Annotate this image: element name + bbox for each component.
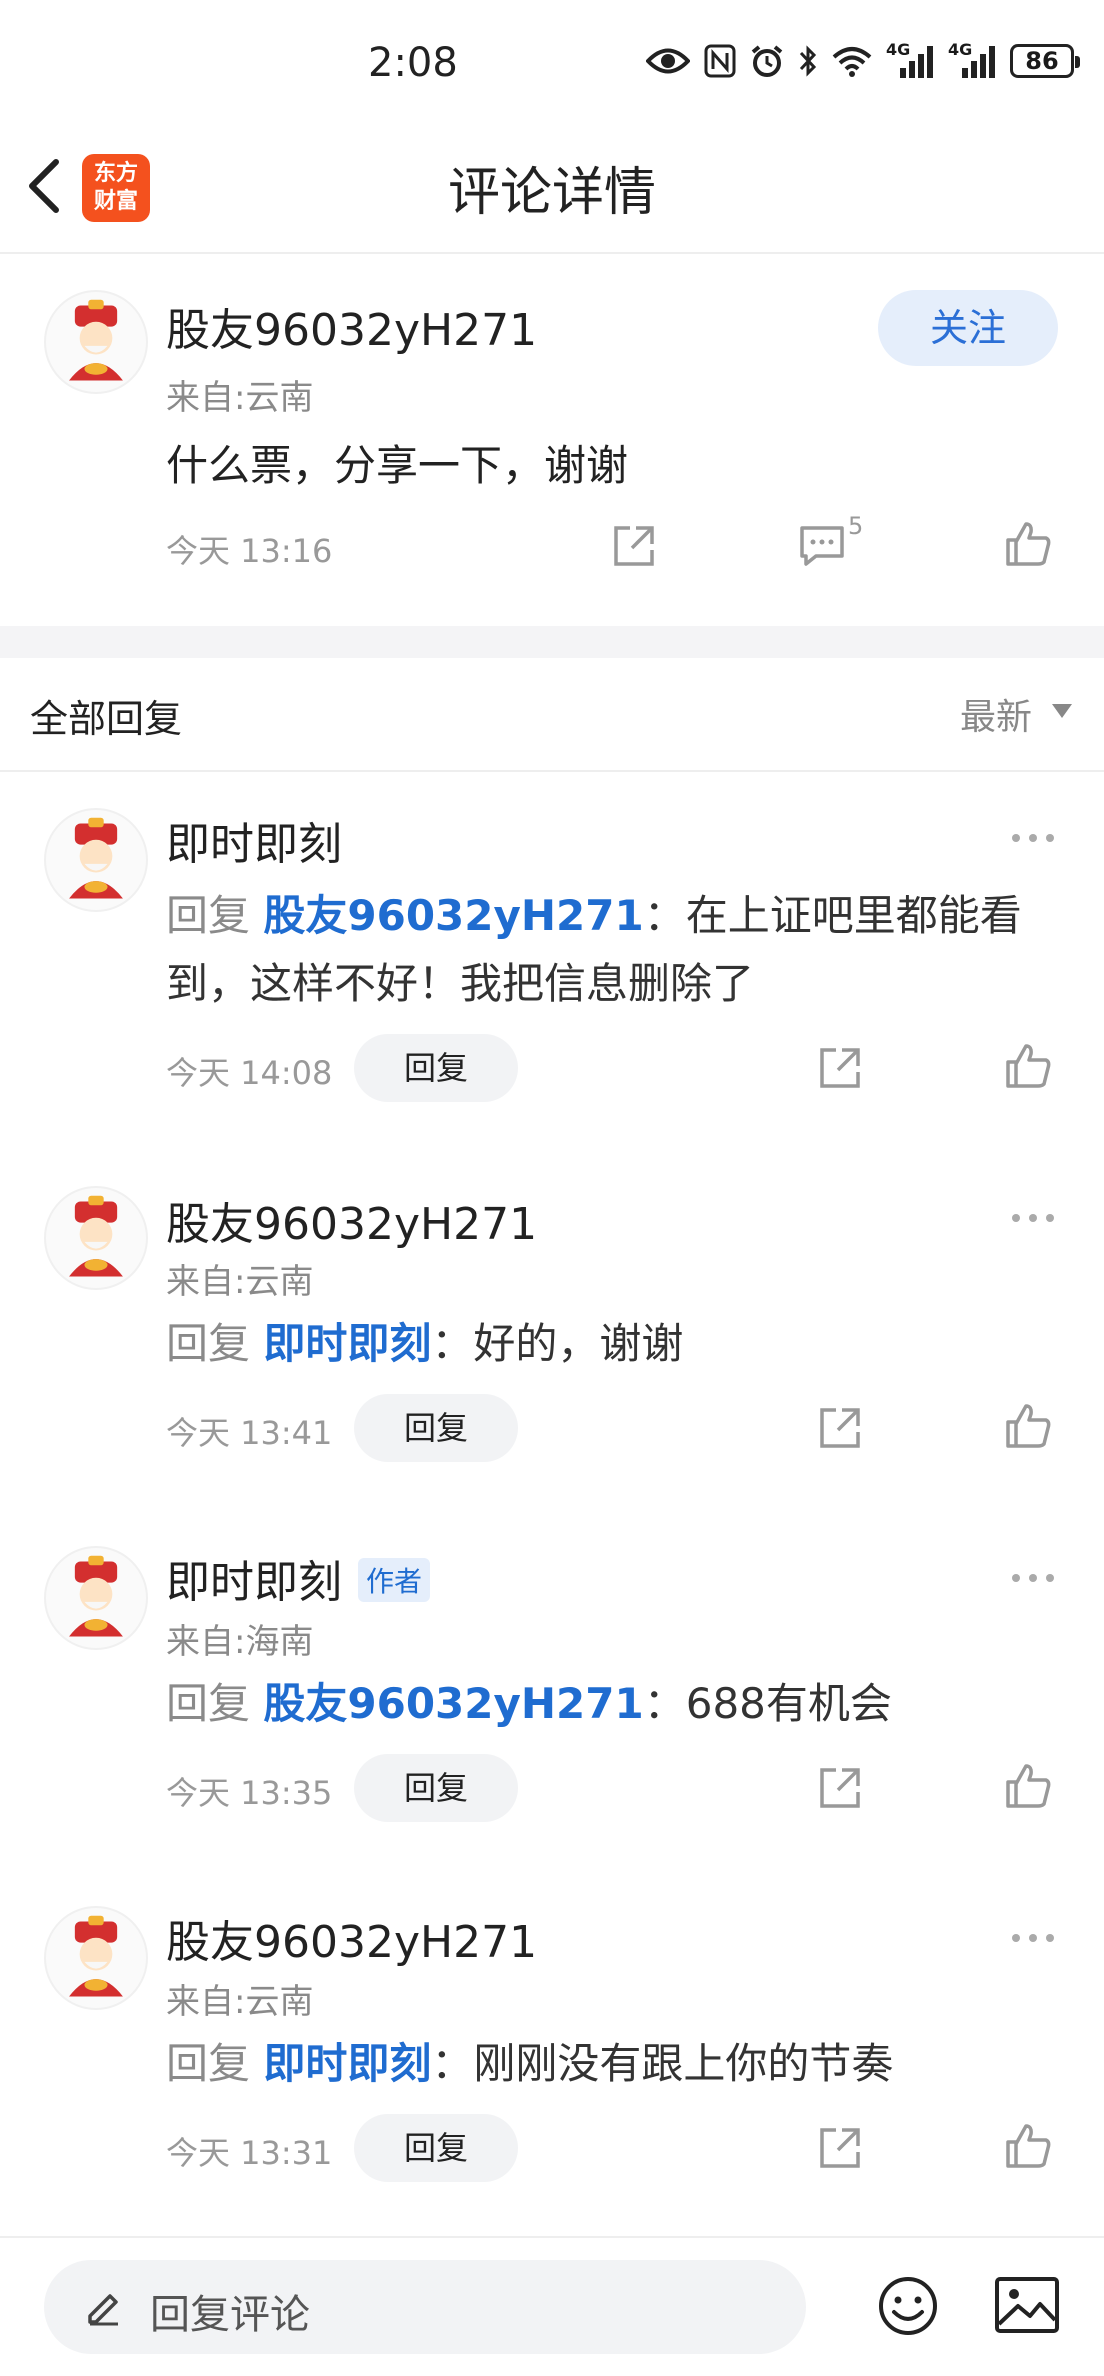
bottom-divider [0, 2236, 1104, 2238]
reply-text: 好的，谢谢 [473, 1319, 684, 1368]
share-icon[interactable] [816, 1044, 864, 1092]
avatar-caishen-icon [69, 299, 123, 381]
image-icon[interactable] [994, 2276, 1060, 2334]
reply-text-continued: 到，这样不好！我把信息删除了 [166, 959, 755, 1008]
reply-location: 来自:海南 [166, 1622, 314, 1662]
reply-comment-placeholder[interactable]: 回复评论 [150, 2282, 310, 2340]
reply-time: 今天 13:35 [166, 1774, 333, 1812]
reply-prefix: 回复 [166, 1679, 251, 1728]
follow-button[interactable]: 关注 [878, 290, 1058, 366]
reply-time: 今天 13:41 [166, 1414, 333, 1452]
avatar[interactable] [44, 1546, 148, 1650]
reply-button[interactable]: 回复 [354, 1754, 518, 1822]
avatar-caishen-icon [69, 1195, 123, 1277]
header-divider [0, 252, 1104, 254]
like-icon[interactable] [1004, 2122, 1052, 2170]
reply-content: 回复 股友96032yH271：688有机会 [166, 1670, 1046, 1738]
signal-icon [962, 46, 995, 78]
sort-caret-icon[interactable] [1052, 704, 1072, 718]
cell-signal-2: 4G [948, 40, 996, 78]
more-options-icon[interactable] [1010, 832, 1056, 844]
share-icon[interactable] [816, 1404, 864, 1452]
like-icon[interactable] [1004, 1762, 1052, 1810]
reply-button[interactable]: 回复 [354, 2114, 518, 2182]
like-icon[interactable] [1004, 1402, 1052, 1450]
reply-prefix: 回复 [166, 2039, 251, 2088]
reply-button[interactable]: 回复 [354, 1034, 518, 1102]
reply-username[interactable]: 股友96032yH271 [166, 1188, 537, 1252]
share-icon[interactable] [816, 2124, 864, 2172]
reply-username[interactable]: 即时即刻 [166, 808, 342, 872]
section-gap [0, 626, 1104, 658]
main-location: 来自:云南 [166, 378, 314, 418]
reply-text: 在上证吧里都能看 [685, 891, 1022, 940]
reply-time: 今天 14:08 [166, 1054, 333, 1092]
status-time: 2:08 [368, 40, 458, 86]
more-options-icon[interactable] [1010, 1212, 1056, 1224]
share-icon[interactable] [610, 522, 658, 570]
reply-mention[interactable]: 即时即刻 [263, 2039, 431, 2088]
reply-prefix: 回复 [166, 891, 251, 940]
reply-mention[interactable]: 即时即刻 [263, 1319, 431, 1368]
reply-location: 来自:云南 [166, 1982, 314, 2022]
reply-button[interactable]: 回复 [354, 1394, 518, 1462]
wifi-icon [832, 47, 872, 77]
all-replies-title: 全部回复 [30, 697, 183, 741]
reply-prefix: 回复 [166, 1319, 251, 1368]
avatar-caishen-icon [69, 1915, 123, 1997]
reply-username[interactable]: 股友96032yH271 [166, 1906, 537, 1970]
reply-username[interactable]: 即时即刻 [166, 1546, 342, 1610]
cell-signal-1: 4G [886, 40, 934, 78]
more-options-icon[interactable] [1010, 1932, 1056, 1944]
battery-level: 86 [1025, 47, 1059, 75]
like-icon[interactable] [1004, 520, 1052, 568]
sort-dropdown[interactable]: 最新 [960, 688, 1032, 740]
avatar[interactable] [44, 290, 148, 394]
avatar-caishen-icon [69, 1555, 123, 1637]
like-icon[interactable] [1004, 1042, 1052, 1090]
reply-mention[interactable]: 股友96032yH271 [263, 891, 643, 940]
reply-content: 回复 即时即刻：好的，谢谢 [166, 1310, 1046, 1378]
share-icon[interactable] [816, 1764, 864, 1812]
signal-icon [900, 46, 933, 78]
reply-text: 刚刚没有跟上你的节奏 [473, 2039, 894, 2088]
main-username[interactable]: 股友96032yH271 [166, 294, 537, 358]
reply-separator: ： [643, 1679, 686, 1728]
battery-indicator: 86 [1010, 44, 1080, 78]
eye-icon [646, 48, 690, 74]
reply-content: 回复 股友96032yH271：在上证吧里都能看 到，这样不好！我把信息删除了 [166, 882, 1046, 1018]
avatar[interactable] [44, 1906, 148, 2010]
reply-location: 来自:云南 [166, 1262, 314, 1302]
alarm-icon [751, 45, 783, 77]
main-comment-text: 什么票，分享一下，谢谢 [166, 441, 629, 490]
page-title: 评论详情 [447, 163, 656, 223]
nfc-icon [704, 44, 736, 78]
more-options-icon[interactable] [1010, 1572, 1056, 1584]
author-badge: 作者 [358, 1558, 431, 1602]
pencil-icon [88, 2294, 118, 2326]
reply-mention[interactable]: 股友96032yH271 [263, 1679, 643, 1728]
avatar-caishen-icon [69, 817, 123, 899]
reply-separator: ： [431, 1319, 474, 1368]
emoji-icon[interactable] [876, 2274, 940, 2338]
main-comment-time: 今天 13:16 [166, 532, 333, 570]
avatar[interactable] [44, 1186, 148, 1290]
status-icons: 4G 4G 86 [646, 40, 1080, 78]
bluetooth-icon [799, 45, 817, 77]
comment-icon[interactable] [798, 522, 846, 570]
comment-count: 5 [848, 512, 864, 540]
section-divider [0, 770, 1104, 772]
avatar[interactable] [44, 808, 148, 912]
reply-text: 688有机会 [685, 1679, 892, 1728]
reply-separator: ： [431, 2039, 474, 2088]
reply-content: 回复 即时即刻：刚刚没有跟上你的节奏 [166, 2030, 1046, 2098]
reply-separator: ： [643, 891, 686, 940]
reply-time: 今天 13:31 [166, 2134, 333, 2172]
